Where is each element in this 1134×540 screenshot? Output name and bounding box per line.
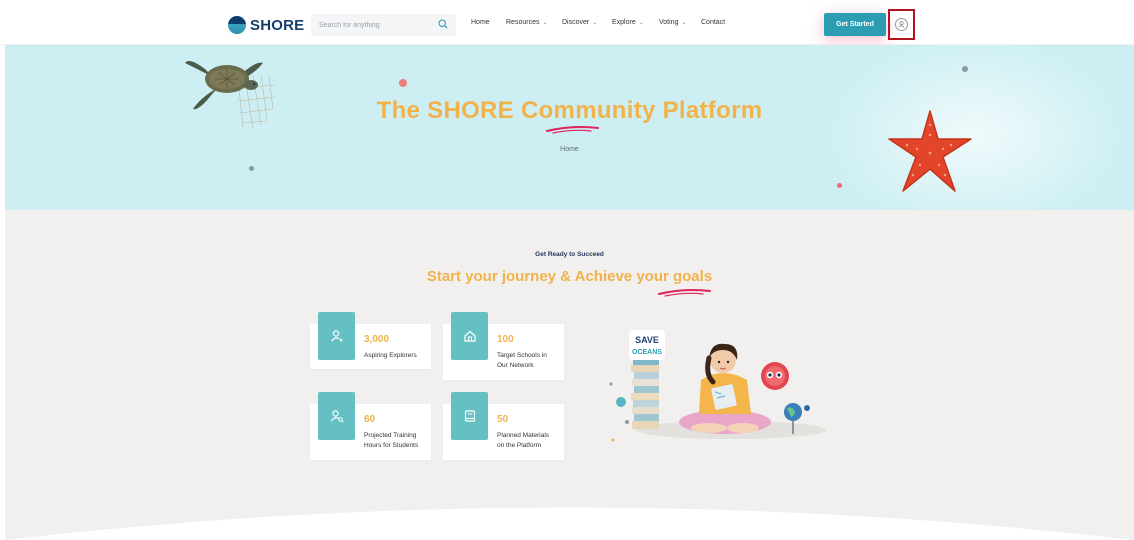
menu-item-label: Contact <box>701 19 726 26</box>
user-icon <box>895 18 908 31</box>
stat-label: Target Schools in Our Network <box>497 351 547 371</box>
hero-glow <box>825 45 1125 210</box>
title-underline-decoration <box>658 289 711 297</box>
sign-text-oceans: OCEANS <box>632 349 662 356</box>
menu-item-contact[interactable]: Contact <box>701 19 731 26</box>
stat-value: 100 <box>497 334 514 345</box>
stat-value: 50 <box>497 414 509 425</box>
chevron-down-icon: ⌄ <box>681 20 687 26</box>
menu-item-resources[interactable]: Resources ⌄ <box>506 19 562 26</box>
stat-value: 3,000 <box>364 334 390 345</box>
stat-label-line: Aspiring Explorers <box>364 352 417 359</box>
menu-item-label: Discover <box>562 19 590 26</box>
user-search-icon <box>318 392 355 440</box>
logo[interactable]: SHORE <box>228 14 304 36</box>
get-started-button[interactable]: Get Started <box>824 13 886 36</box>
chevron-down-icon: ⌄ <box>542 20 548 26</box>
stat-label-line: Target Schools in <box>497 352 547 359</box>
search-input[interactable] <box>319 17 429 33</box>
decor-dot <box>249 166 254 171</box>
main-menu: Home Resources ⌄ Discover ⌄ Explore ⌄ Vo… <box>471 19 731 26</box>
search-box <box>311 14 456 36</box>
menu-item-discover[interactable]: Discover ⌄ <box>562 19 612 26</box>
menu-item-explore[interactable]: Explore ⌄ <box>612 19 659 26</box>
stat-label-line: Planned Materials <box>497 432 550 439</box>
breadcrumb-home[interactable]: Home <box>560 146 579 153</box>
stat-label-line: on the Platform <box>497 442 542 449</box>
stat-label: Planned Materials on the Platform <box>497 431 549 451</box>
top-navbar: SHORE Home Resources ⌄ Discover ⌄ Explor… <box>0 0 1134 45</box>
section-bottom-curve <box>5 507 1134 540</box>
menu-item-home[interactable]: Home <box>471 19 506 26</box>
starfish-image <box>888 110 972 192</box>
logo-text: SHORE <box>250 16 305 34</box>
user-star-icon <box>318 312 355 360</box>
home-icon <box>451 312 488 360</box>
menu-item-label: Resources <box>506 19 540 26</box>
user-account-button[interactable] <box>888 9 915 40</box>
logo-mark-icon <box>228 16 246 34</box>
stat-label-line: Hours for Students <box>364 442 419 449</box>
decor-dot <box>399 79 407 87</box>
stat-label-line: Projected Training <box>364 432 417 439</box>
menu-item-voting[interactable]: Voting ⌄ <box>659 19 701 26</box>
menu-item-label: Explore <box>612 19 636 26</box>
chevron-down-icon: ⌄ <box>638 20 644 26</box>
book-icon <box>451 392 488 440</box>
section-title: Start your journey & Achieve your goals <box>426 268 713 285</box>
chevron-down-icon: ⌄ <box>592 20 598 26</box>
stat-label: Aspiring Explorers <box>364 351 417 361</box>
achievements-section: Get Ready to Succeed Start your journey … <box>5 210 1134 540</box>
decor-dot <box>837 183 842 188</box>
stat-value: 60 <box>364 414 376 425</box>
girl-reading-illustration: SAVE OCEANS <box>609 330 826 442</box>
menu-item-label: Voting <box>659 19 679 26</box>
hero-banner: The SHORE Community Platform Home <box>5 45 1134 210</box>
menu-item-label: Home <box>471 19 490 26</box>
stat-label: Projected Training Hours for Students <box>364 431 418 451</box>
sign-text-save: SAVE <box>635 335 659 345</box>
stat-label-line: Our Network <box>497 362 534 369</box>
section-kicker: Get Ready to Succeed <box>535 251 604 258</box>
decor-dot <box>962 66 968 72</box>
search-icon[interactable] <box>438 19 448 29</box>
title-underline-decoration <box>546 126 599 134</box>
